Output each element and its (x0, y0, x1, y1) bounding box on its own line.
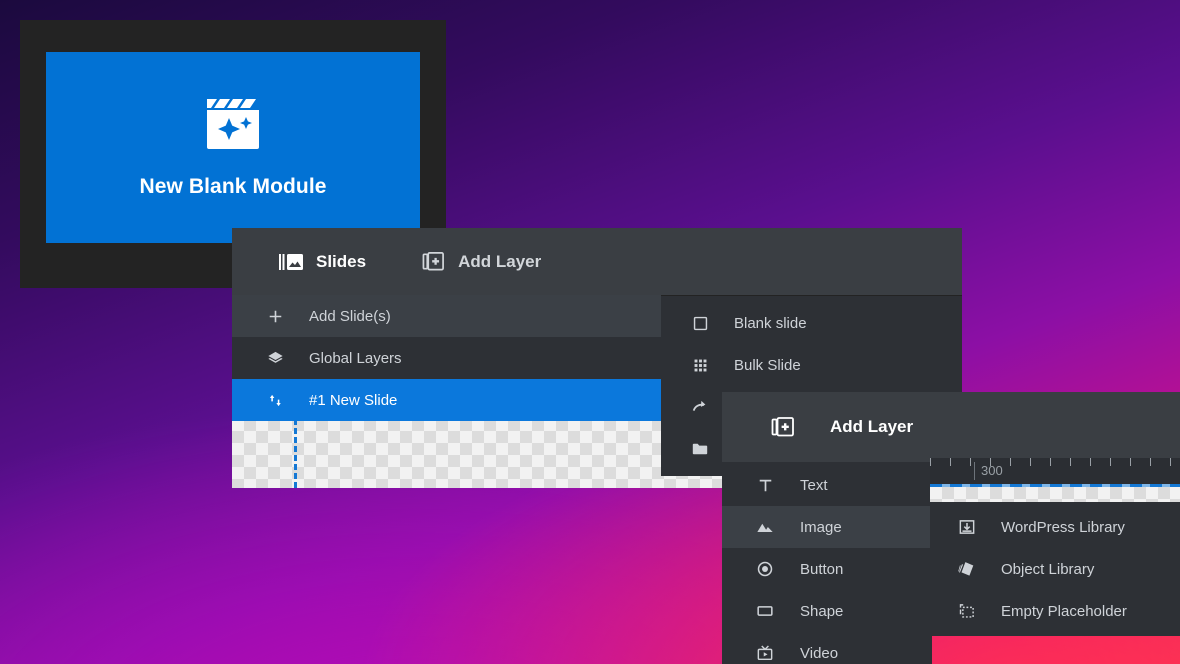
menu-item-label: #1 New Slide (309, 391, 398, 409)
film-strip-image-icon (279, 252, 303, 272)
plus-icon (265, 308, 285, 325)
layer-type-list: Text Image Button Shape Video (722, 462, 932, 664)
add-layer-icon (771, 415, 795, 439)
menu-item-add-slides[interactable]: Add Slide(s) (232, 295, 661, 337)
menu-item-label: Bulk Slide (734, 356, 801, 374)
menu-item-label: Shape (800, 602, 844, 620)
grid-dots-icon (690, 357, 710, 374)
ruler-panel: 300 (930, 458, 1180, 502)
menu-item-image[interactable]: Image (722, 506, 932, 548)
add-layer-panel-header: Add Layer (722, 392, 1180, 462)
new-blank-module-tile[interactable]: New Blank Module (46, 52, 420, 243)
mountain-icon (755, 518, 775, 536)
tv-play-icon (755, 644, 775, 662)
radio-dot-icon (755, 560, 775, 578)
square-outline-icon (690, 315, 710, 332)
menu-item-label: Button (800, 560, 844, 578)
menu-item-global-layers[interactable]: Global Layers (232, 337, 661, 379)
menu-item-object-library[interactable]: Object Library (930, 548, 1180, 590)
ruler-ticks (930, 458, 1180, 466)
menu-item-empty-placeholder[interactable]: Empty Placeholder (930, 590, 1180, 632)
menu-item-label: Text (800, 476, 828, 494)
menu-item-label: Empty Placeholder (1001, 602, 1127, 620)
slides-list: Add Slide(s) Global Layers #1 New Slide (232, 295, 661, 421)
download-box-icon (957, 518, 977, 536)
image-source-menu: WordPress Library Object Library Empty P… (930, 502, 1180, 636)
film-sparkle-icon (205, 97, 261, 149)
sort-arrows-icon (265, 392, 285, 409)
menu-item-text[interactable]: Text (722, 464, 932, 506)
ruler-bar: 300 (930, 458, 1180, 484)
menu-item-label: WordPress Library (1001, 518, 1125, 536)
menu-item-label: Global Layers (309, 349, 402, 367)
slides-panel-header: Slides Add Layer (232, 228, 962, 295)
menu-item-shape[interactable]: Shape (722, 590, 932, 632)
ruler-label: 300 (974, 462, 1003, 480)
menu-item-wordpress-library[interactable]: WordPress Library (930, 506, 1180, 548)
menu-item-video[interactable]: Video (722, 632, 932, 664)
add-layer-tab[interactable]: Add Layer (422, 250, 541, 273)
add-layer-panel: Add Layer Text Image Button Shape Video (722, 392, 1180, 664)
add-layer-icon (422, 250, 445, 273)
slides-tab[interactable]: Slides (279, 252, 366, 272)
add-layer-title-group: Add Layer (771, 415, 913, 439)
add-layer-tab-label: Add Layer (458, 251, 542, 271)
slides-tab-label: Slides (316, 251, 367, 271)
dashed-square-icon (957, 602, 977, 620)
folder-icon (690, 440, 710, 458)
redo-arrow-icon (690, 398, 710, 416)
menu-item-label: Blank slide (734, 314, 807, 332)
menu-item-label: Image (800, 518, 842, 536)
menu-item-blank-slide[interactable]: Blank slide (661, 302, 962, 344)
menu-item-slide-1[interactable]: #1 New Slide (232, 379, 661, 421)
module-title: New Blank Module (139, 174, 327, 198)
layers-icon (265, 350, 285, 367)
ruler-checkerboard (930, 484, 1180, 502)
menu-item-bulk-slide[interactable]: Bulk Slide (661, 344, 962, 386)
rectangle-icon (755, 602, 775, 620)
menu-item-label: Add Slide(s) (309, 307, 391, 325)
menu-item-label: Video (800, 644, 839, 662)
object-stack-icon (957, 560, 977, 578)
slides-panel: Slides Add Layer Add Slide(s) Global Lay… (232, 228, 962, 421)
text-t-icon (755, 477, 775, 494)
menu-item-button[interactable]: Button (722, 548, 932, 590)
menu-item-label: Object Library (1001, 560, 1095, 578)
add-layer-panel-title: Add Layer (830, 417, 914, 436)
